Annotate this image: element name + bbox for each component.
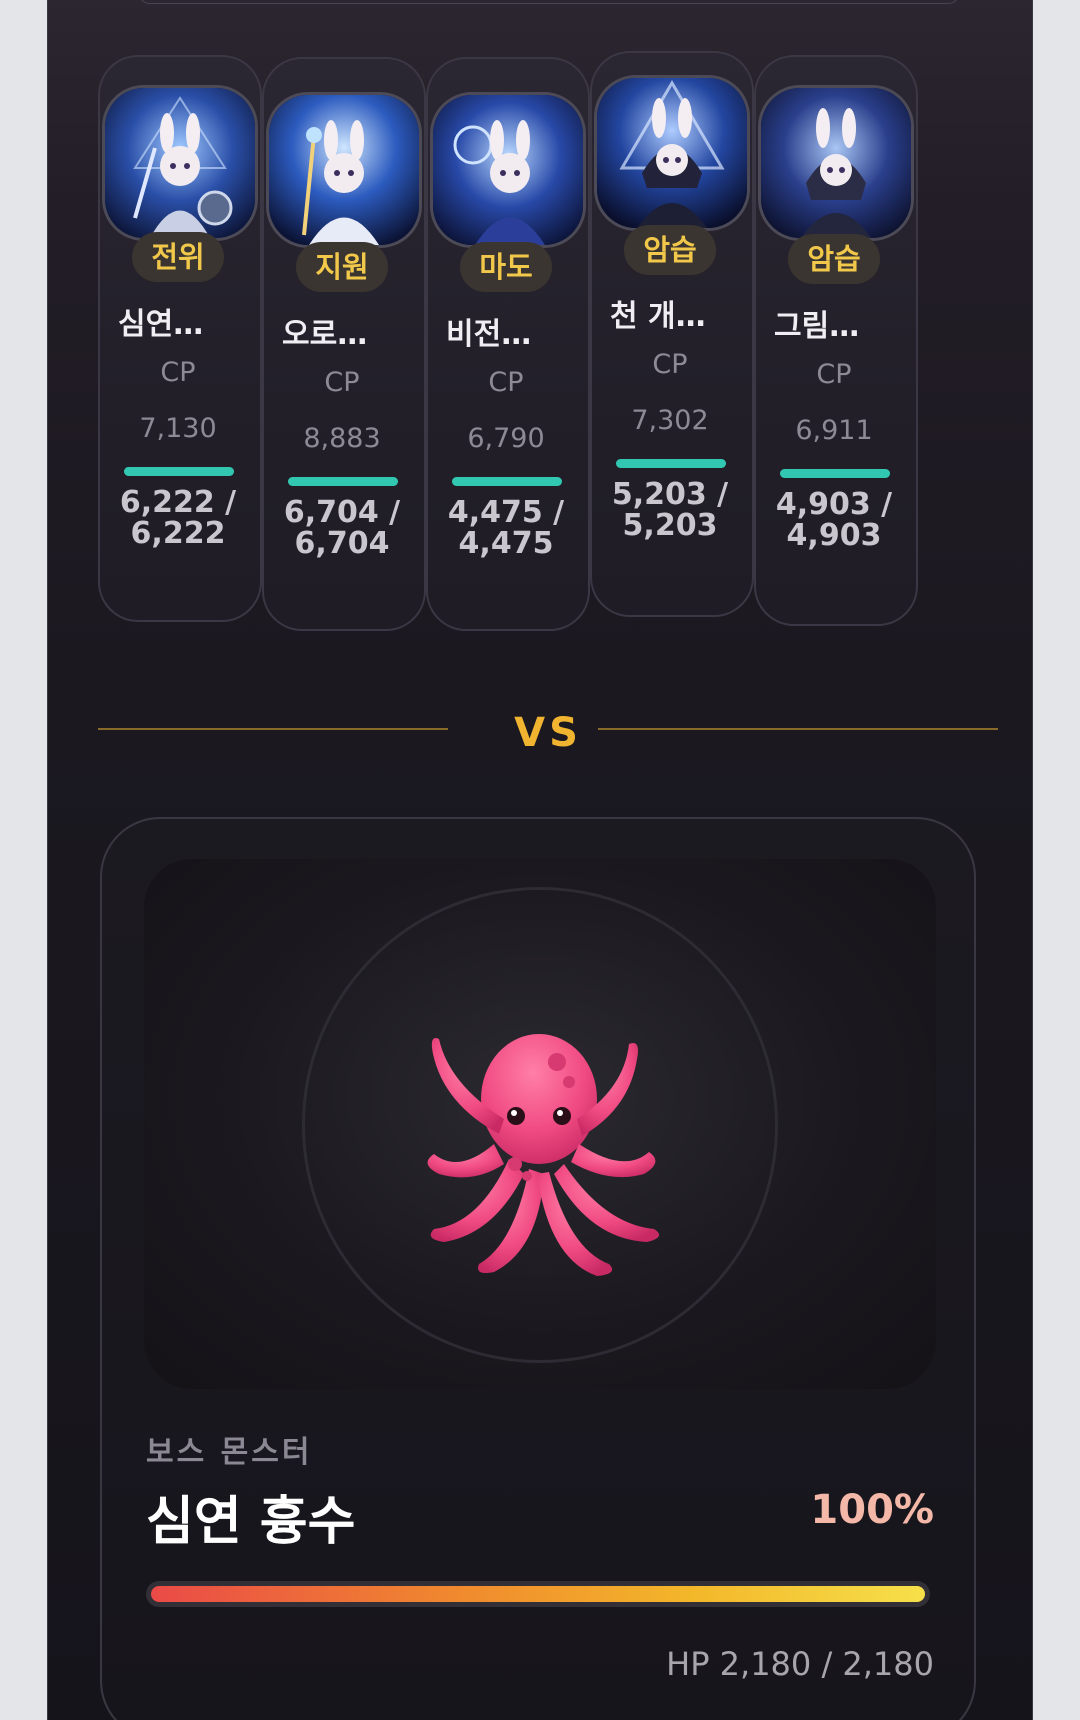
- hero-hp-text: 4,475 / 4,475: [447, 495, 565, 561]
- hero-hp-bar: [616, 459, 726, 468]
- boss-name: 심연 흉수: [146, 1492, 356, 1552]
- hero-portrait: [430, 92, 586, 248]
- hero-hp-text: 5,203 / 5,203: [611, 477, 729, 543]
- hero-hp-bar: [124, 467, 234, 476]
- battle-panel: 전위 심연… CP 7,130 6,222 / 6,222 지원 오로… CP …: [48, 0, 1032, 1720]
- hero-card-5[interactable]: 암습 그림… CP 6,911 4,903 / 4,903: [754, 55, 918, 626]
- vs-divider: VS: [98, 710, 998, 756]
- hero-name: 천 개…: [610, 299, 706, 334]
- boss-subtitle: 보스 몬스터: [146, 1435, 313, 1470]
- role-badge: 암습: [788, 234, 880, 284]
- boss-stage: [144, 859, 936, 1389]
- boss-card[interactable]: 보스 몬스터 심연 흉수 100% HP 2,180 / 2,180: [100, 817, 976, 1720]
- role-badge: 암습: [624, 225, 716, 275]
- hero-hp-text: 6,704 / 6,704: [283, 495, 401, 561]
- rabbit-support-image: [269, 95, 419, 245]
- rabbit-mage-image: [433, 95, 583, 245]
- rabbit-assassin-image: [597, 78, 747, 228]
- hero-card-4[interactable]: 암습 천 개… CP 7,302 5,203 / 5,203: [590, 51, 754, 617]
- divider-line-right: [598, 728, 998, 730]
- role-badge: 마도: [460, 242, 552, 292]
- hero-hp-bar: [452, 477, 562, 486]
- boss-hp-text: HP 2,180 / 2,180: [666, 1645, 934, 1683]
- role-badge: 전위: [132, 232, 224, 282]
- cp-label: CP: [652, 349, 688, 380]
- hero-card-1[interactable]: 전위 심연… CP 7,130 6,222 / 6,222: [98, 55, 262, 622]
- hero-portrait: [758, 85, 914, 241]
- hero-name: 그림…: [774, 309, 860, 344]
- hero-hp-bar: [288, 477, 398, 486]
- hero-card-3[interactable]: 마도 비전… CP 6,790 4,475 / 4,475: [426, 57, 590, 631]
- hero-name: 심연…: [118, 307, 204, 342]
- boss-hp-bar: [146, 1581, 930, 1607]
- cp-label: CP: [488, 367, 524, 398]
- cp-label: CP: [160, 357, 196, 388]
- cp-value: 6,911: [795, 415, 873, 446]
- hero-card-2[interactable]: 지원 오로… CP 8,883 6,704 / 6,704: [262, 57, 426, 631]
- cp-value: 7,130: [139, 413, 217, 444]
- hero-portrait: [594, 75, 750, 231]
- cp-label: CP: [816, 359, 852, 390]
- vs-label: VS: [514, 710, 582, 756]
- cp-value: 7,302: [631, 405, 709, 436]
- hero-portrait: [266, 92, 422, 248]
- cp-value: 8,883: [303, 423, 381, 454]
- cp-label: CP: [324, 367, 360, 398]
- hero-name: 오로…: [282, 317, 368, 352]
- boss-hp-percent: 100%: [810, 1487, 934, 1533]
- rabbit-knight-image: [105, 88, 255, 238]
- hero-name: 비전…: [446, 317, 532, 352]
- octopus-icon: [427, 1034, 660, 1276]
- role-badge: 지원: [296, 242, 388, 292]
- team-roster: 전위 심연… CP 7,130 6,222 / 6,222 지원 오로… CP …: [98, 51, 998, 645]
- hero-hp-text: 6,222 / 6,222: [119, 485, 237, 551]
- hero-portrait: [102, 85, 258, 241]
- rabbit-shadow-image: [761, 88, 911, 238]
- hero-hp-bar: [780, 469, 890, 478]
- hero-hp-text: 4,903 / 4,903: [775, 487, 893, 553]
- cp-value: 6,790: [467, 423, 545, 454]
